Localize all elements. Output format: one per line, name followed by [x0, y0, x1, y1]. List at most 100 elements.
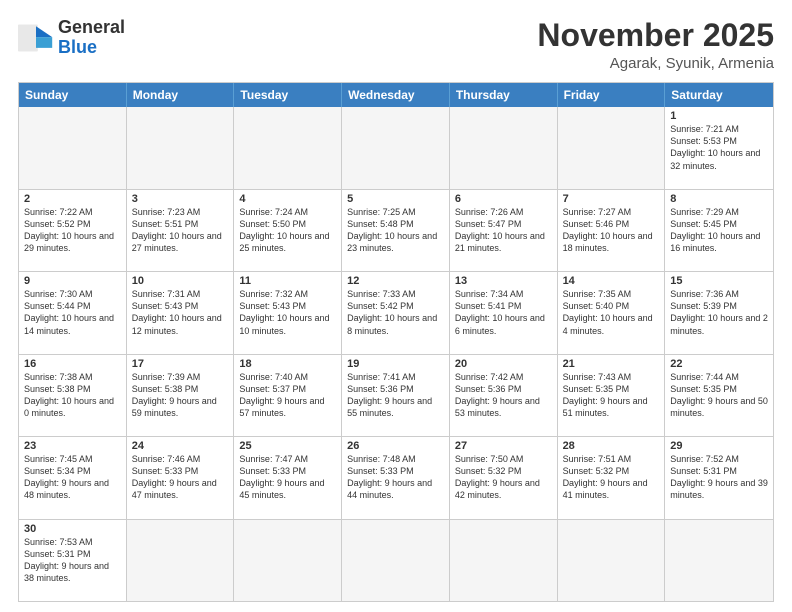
header: GeneralBlue November 2025 Agarak, Syunik…: [18, 18, 774, 72]
cell-w5-d5: [558, 520, 666, 601]
logo-text: GeneralBlue: [58, 18, 125, 58]
cell-info-25: Sunrise: 7:47 AM Sunset: 5:33 PM Dayligh…: [239, 453, 336, 502]
cell-info-18: Sunrise: 7:40 AM Sunset: 5:37 PM Dayligh…: [239, 371, 336, 420]
header-thursday: Thursday: [450, 83, 558, 107]
day-number-23: 23: [24, 440, 121, 452]
cell-info-26: Sunrise: 7:48 AM Sunset: 5:33 PM Dayligh…: [347, 453, 444, 502]
cell-info-21: Sunrise: 7:43 AM Sunset: 5:35 PM Dayligh…: [563, 371, 660, 420]
cell-w3-d2: 18Sunrise: 7:40 AM Sunset: 5:37 PM Dayli…: [234, 355, 342, 436]
cell-info-28: Sunrise: 7:51 AM Sunset: 5:32 PM Dayligh…: [563, 453, 660, 502]
cell-w1-d3: 5Sunrise: 7:25 AM Sunset: 5:48 PM Daylig…: [342, 190, 450, 271]
cell-info-5: Sunrise: 7:25 AM Sunset: 5:48 PM Dayligh…: [347, 206, 444, 255]
day-number-12: 12: [347, 275, 444, 287]
week-row-1: 2Sunrise: 7:22 AM Sunset: 5:52 PM Daylig…: [19, 189, 773, 271]
cell-info-16: Sunrise: 7:38 AM Sunset: 5:38 PM Dayligh…: [24, 371, 121, 420]
day-number-27: 27: [455, 440, 552, 452]
cell-info-11: Sunrise: 7:32 AM Sunset: 5:43 PM Dayligh…: [239, 288, 336, 337]
cell-w1-d6: 8Sunrise: 7:29 AM Sunset: 5:45 PM Daylig…: [665, 190, 773, 271]
cell-w2-d5: 14Sunrise: 7:35 AM Sunset: 5:40 PM Dayli…: [558, 272, 666, 353]
day-number-9: 9: [24, 275, 121, 287]
cell-info-7: Sunrise: 7:27 AM Sunset: 5:46 PM Dayligh…: [563, 206, 660, 255]
calendar-body: 1Sunrise: 7:21 AM Sunset: 5:53 PM Daylig…: [19, 107, 773, 601]
cell-info-2: Sunrise: 7:22 AM Sunset: 5:52 PM Dayligh…: [24, 206, 121, 255]
cell-w1-d1: 3Sunrise: 7:23 AM Sunset: 5:51 PM Daylig…: [127, 190, 235, 271]
cell-w3-d4: 20Sunrise: 7:42 AM Sunset: 5:36 PM Dayli…: [450, 355, 558, 436]
day-number-19: 19: [347, 358, 444, 370]
cell-info-14: Sunrise: 7:35 AM Sunset: 5:40 PM Dayligh…: [563, 288, 660, 337]
cell-w5-d4: [450, 520, 558, 601]
title-block: November 2025 Agarak, Syunik, Armenia: [537, 18, 774, 72]
header-wednesday: Wednesday: [342, 83, 450, 107]
day-number-7: 7: [563, 193, 660, 205]
cell-w2-d0: 9Sunrise: 7:30 AM Sunset: 5:44 PM Daylig…: [19, 272, 127, 353]
cell-w4-d5: 28Sunrise: 7:51 AM Sunset: 5:32 PM Dayli…: [558, 437, 666, 518]
day-number-26: 26: [347, 440, 444, 452]
cell-info-23: Sunrise: 7:45 AM Sunset: 5:34 PM Dayligh…: [24, 453, 121, 502]
day-number-21: 21: [563, 358, 660, 370]
header-saturday: Saturday: [665, 83, 773, 107]
cell-w0-d5: [558, 107, 666, 188]
header-tuesday: Tuesday: [234, 83, 342, 107]
month-year: November 2025: [537, 18, 774, 53]
cell-info-10: Sunrise: 7:31 AM Sunset: 5:43 PM Dayligh…: [132, 288, 229, 337]
cell-info-24: Sunrise: 7:46 AM Sunset: 5:33 PM Dayligh…: [132, 453, 229, 502]
cell-w3-d0: 16Sunrise: 7:38 AM Sunset: 5:38 PM Dayli…: [19, 355, 127, 436]
cell-w3-d5: 21Sunrise: 7:43 AM Sunset: 5:35 PM Dayli…: [558, 355, 666, 436]
header-monday: Monday: [127, 83, 235, 107]
day-number-8: 8: [670, 193, 768, 205]
calendar-header: Sunday Monday Tuesday Wednesday Thursday…: [19, 83, 773, 107]
cell-w3-d6: 22Sunrise: 7:44 AM Sunset: 5:35 PM Dayli…: [665, 355, 773, 436]
cell-w2-d4: 13Sunrise: 7:34 AM Sunset: 5:41 PM Dayli…: [450, 272, 558, 353]
header-friday: Friday: [558, 83, 666, 107]
cell-w4-d4: 27Sunrise: 7:50 AM Sunset: 5:32 PM Dayli…: [450, 437, 558, 518]
cell-w2-d6: 15Sunrise: 7:36 AM Sunset: 5:39 PM Dayli…: [665, 272, 773, 353]
cell-w0-d3: [342, 107, 450, 188]
day-number-25: 25: [239, 440, 336, 452]
cell-info-20: Sunrise: 7:42 AM Sunset: 5:36 PM Dayligh…: [455, 371, 552, 420]
cell-w0-d6: 1Sunrise: 7:21 AM Sunset: 5:53 PM Daylig…: [665, 107, 773, 188]
cell-w3-d3: 19Sunrise: 7:41 AM Sunset: 5:36 PM Dayli…: [342, 355, 450, 436]
cell-w5-d3: [342, 520, 450, 601]
cell-w4-d0: 23Sunrise: 7:45 AM Sunset: 5:34 PM Dayli…: [19, 437, 127, 518]
logo: GeneralBlue: [18, 18, 125, 58]
cell-w5-d0: 30Sunrise: 7:53 AM Sunset: 5:31 PM Dayli…: [19, 520, 127, 601]
calendar: Sunday Monday Tuesday Wednesday Thursday…: [18, 82, 774, 602]
page: GeneralBlue November 2025 Agarak, Syunik…: [0, 0, 792, 612]
day-number-2: 2: [24, 193, 121, 205]
cell-info-3: Sunrise: 7:23 AM Sunset: 5:51 PM Dayligh…: [132, 206, 229, 255]
cell-info-8: Sunrise: 7:29 AM Sunset: 5:45 PM Dayligh…: [670, 206, 768, 255]
cell-w4-d2: 25Sunrise: 7:47 AM Sunset: 5:33 PM Dayli…: [234, 437, 342, 518]
cell-w1-d2: 4Sunrise: 7:24 AM Sunset: 5:50 PM Daylig…: [234, 190, 342, 271]
cell-w5-d1: [127, 520, 235, 601]
day-number-24: 24: [132, 440, 229, 452]
cell-info-13: Sunrise: 7:34 AM Sunset: 5:41 PM Dayligh…: [455, 288, 552, 337]
week-row-3: 16Sunrise: 7:38 AM Sunset: 5:38 PM Dayli…: [19, 354, 773, 436]
day-number-1: 1: [670, 110, 768, 122]
day-number-10: 10: [132, 275, 229, 287]
cell-info-4: Sunrise: 7:24 AM Sunset: 5:50 PM Dayligh…: [239, 206, 336, 255]
day-number-15: 15: [670, 275, 768, 287]
day-number-14: 14: [563, 275, 660, 287]
week-row-4: 23Sunrise: 7:45 AM Sunset: 5:34 PM Dayli…: [19, 436, 773, 518]
cell-info-30: Sunrise: 7:53 AM Sunset: 5:31 PM Dayligh…: [24, 536, 121, 585]
cell-info-22: Sunrise: 7:44 AM Sunset: 5:35 PM Dayligh…: [670, 371, 768, 420]
logo-icon: [18, 24, 54, 52]
cell-w0-d0: [19, 107, 127, 188]
cell-info-17: Sunrise: 7:39 AM Sunset: 5:38 PM Dayligh…: [132, 371, 229, 420]
cell-w1-d0: 2Sunrise: 7:22 AM Sunset: 5:52 PM Daylig…: [19, 190, 127, 271]
day-number-17: 17: [132, 358, 229, 370]
day-number-18: 18: [239, 358, 336, 370]
header-sunday: Sunday: [19, 83, 127, 107]
cell-info-15: Sunrise: 7:36 AM Sunset: 5:39 PM Dayligh…: [670, 288, 768, 337]
week-row-0: 1Sunrise: 7:21 AM Sunset: 5:53 PM Daylig…: [19, 107, 773, 188]
cell-info-12: Sunrise: 7:33 AM Sunset: 5:42 PM Dayligh…: [347, 288, 444, 337]
day-number-13: 13: [455, 275, 552, 287]
day-number-16: 16: [24, 358, 121, 370]
location: Agarak, Syunik, Armenia: [537, 55, 774, 72]
cell-w2-d2: 11Sunrise: 7:32 AM Sunset: 5:43 PM Dayli…: [234, 272, 342, 353]
day-number-11: 11: [239, 275, 336, 287]
cell-w1-d4: 6Sunrise: 7:26 AM Sunset: 5:47 PM Daylig…: [450, 190, 558, 271]
cell-info-1: Sunrise: 7:21 AM Sunset: 5:53 PM Dayligh…: [670, 123, 768, 172]
cell-info-19: Sunrise: 7:41 AM Sunset: 5:36 PM Dayligh…: [347, 371, 444, 420]
day-number-30: 30: [24, 523, 121, 535]
